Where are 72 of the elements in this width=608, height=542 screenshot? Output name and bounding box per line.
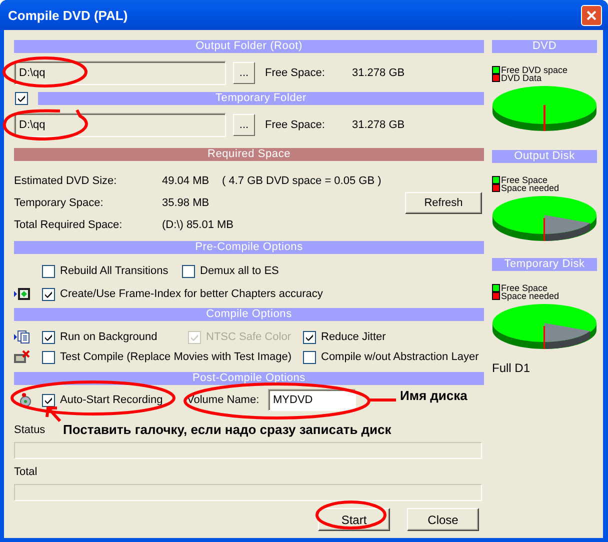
profile-label: Full D1: [492, 361, 532, 375]
checkbox[interactable]: [303, 330, 316, 344]
field-value: 35.98 MB: [162, 197, 210, 209]
free-space-value: 31.278 GB: [352, 119, 405, 131]
pages-icon: [14, 330, 30, 344]
field-label: Total Required Space:: [14, 219, 124, 231]
checkbox-label: Demux all to ES: [200, 265, 279, 277]
dialog-button[interactable]: Close: [407, 508, 479, 531]
checkbox-label: Create/Use Frame-Index for better Chapters accuracy: [60, 288, 323, 300]
checkbox[interactable]: [15, 92, 28, 104]
legend-label: Space needed: [501, 292, 560, 300]
film-cross-icon: [14, 350, 30, 364]
checkbox[interactable]: [42, 394, 55, 406]
section-header: Pre-Compile Options: [14, 241, 484, 254]
checkbox[interactable]: [42, 264, 55, 278]
field-label: Temporary Space:: [14, 197, 104, 209]
field-value: 49.04 MB: [162, 175, 210, 187]
field-value: (D:\) 85.01 MB: [162, 219, 234, 231]
checkbox[interactable]: [42, 350, 55, 364]
checkbox-label: Compile w/out Abstraction Layer: [321, 351, 479, 363]
film-frame-icon: [14, 287, 30, 301]
section-header: Output Disk: [492, 150, 597, 163]
free-space-value: 31.278 GB: [352, 67, 405, 79]
checkbox-label: Rebuild All Transitions: [60, 265, 168, 277]
legend-label: Free DVD space: [501, 66, 568, 74]
section-header: Output Folder (Root): [14, 40, 484, 53]
legend-label: Free Space: [501, 284, 548, 292]
checkmark-icon: [305, 332, 314, 342]
checkbox[interactable]: [303, 350, 316, 364]
folder-field[interactable]: D:\qq: [14, 113, 226, 137]
annotation-arrow: [46, 406, 62, 422]
section-header: Temporary Folder: [38, 92, 484, 104]
annotation-text: Имя диска: [400, 388, 468, 403]
section-header: Compile Options: [14, 308, 484, 321]
window-title: Compile DVD (PAL): [8, 8, 129, 22]
checkbox[interactable]: [42, 288, 55, 300]
section-header: Post-Compile Options: [14, 372, 484, 385]
browse-button[interactable]: ...: [233, 62, 255, 84]
checkbox-label: Run on Background: [60, 331, 158, 343]
browse-button[interactable]: ...: [233, 114, 255, 136]
section-header: Required Space: [14, 148, 484, 161]
field-note: ( 4.7 GB DVD space = 0.05 GB ): [222, 175, 382, 187]
checkbox-label: Test Compile (Replace Movies with Test Image): [60, 351, 292, 363]
checkbox-label: Auto-Start Recording: [60, 394, 163, 406]
refresh-button[interactable]: Refresh: [405, 192, 482, 214]
close-button[interactable]: [581, 4, 602, 26]
volume-name-field[interactable]: MYDVD: [268, 389, 356, 411]
section-header: DVD: [492, 40, 597, 53]
free-space-label: Free Space:: [265, 67, 326, 79]
checkbox[interactable]: [42, 330, 55, 344]
legend-label: DVD Data: [501, 74, 542, 82]
legend-label: Free Space: [501, 176, 548, 184]
checkmark-icon: [44, 290, 53, 298]
leader-line: [370, 398, 396, 402]
section-header: Temporary Disk: [492, 258, 597, 271]
annotation-text: Поставить галочку, если надо сразу записать диск: [63, 422, 392, 437]
close-icon: [586, 10, 597, 20]
checkmark-icon: [44, 332, 53, 342]
checkmark-icon: [17, 94, 26, 102]
field-label: Volume Name:: [187, 394, 259, 406]
checkbox-label: NTSC Safe Color: [206, 331, 291, 343]
field-label: Estimated DVD Size:: [14, 175, 118, 187]
progress-label: Status: [14, 423, 46, 437]
checkbox[interactable]: [182, 264, 195, 278]
disc-icon: [19, 393, 32, 407]
checkmark-icon: [44, 396, 53, 404]
legend-label: Space needed: [501, 184, 560, 192]
annotation-ellipse: [316, 500, 386, 530]
free-space-label: Free Space:: [265, 119, 326, 131]
checkbox-label: Reduce Jitter: [321, 331, 386, 343]
progress-label: Total: [14, 465, 38, 479]
folder-field[interactable]: D:\qq: [14, 61, 226, 85]
